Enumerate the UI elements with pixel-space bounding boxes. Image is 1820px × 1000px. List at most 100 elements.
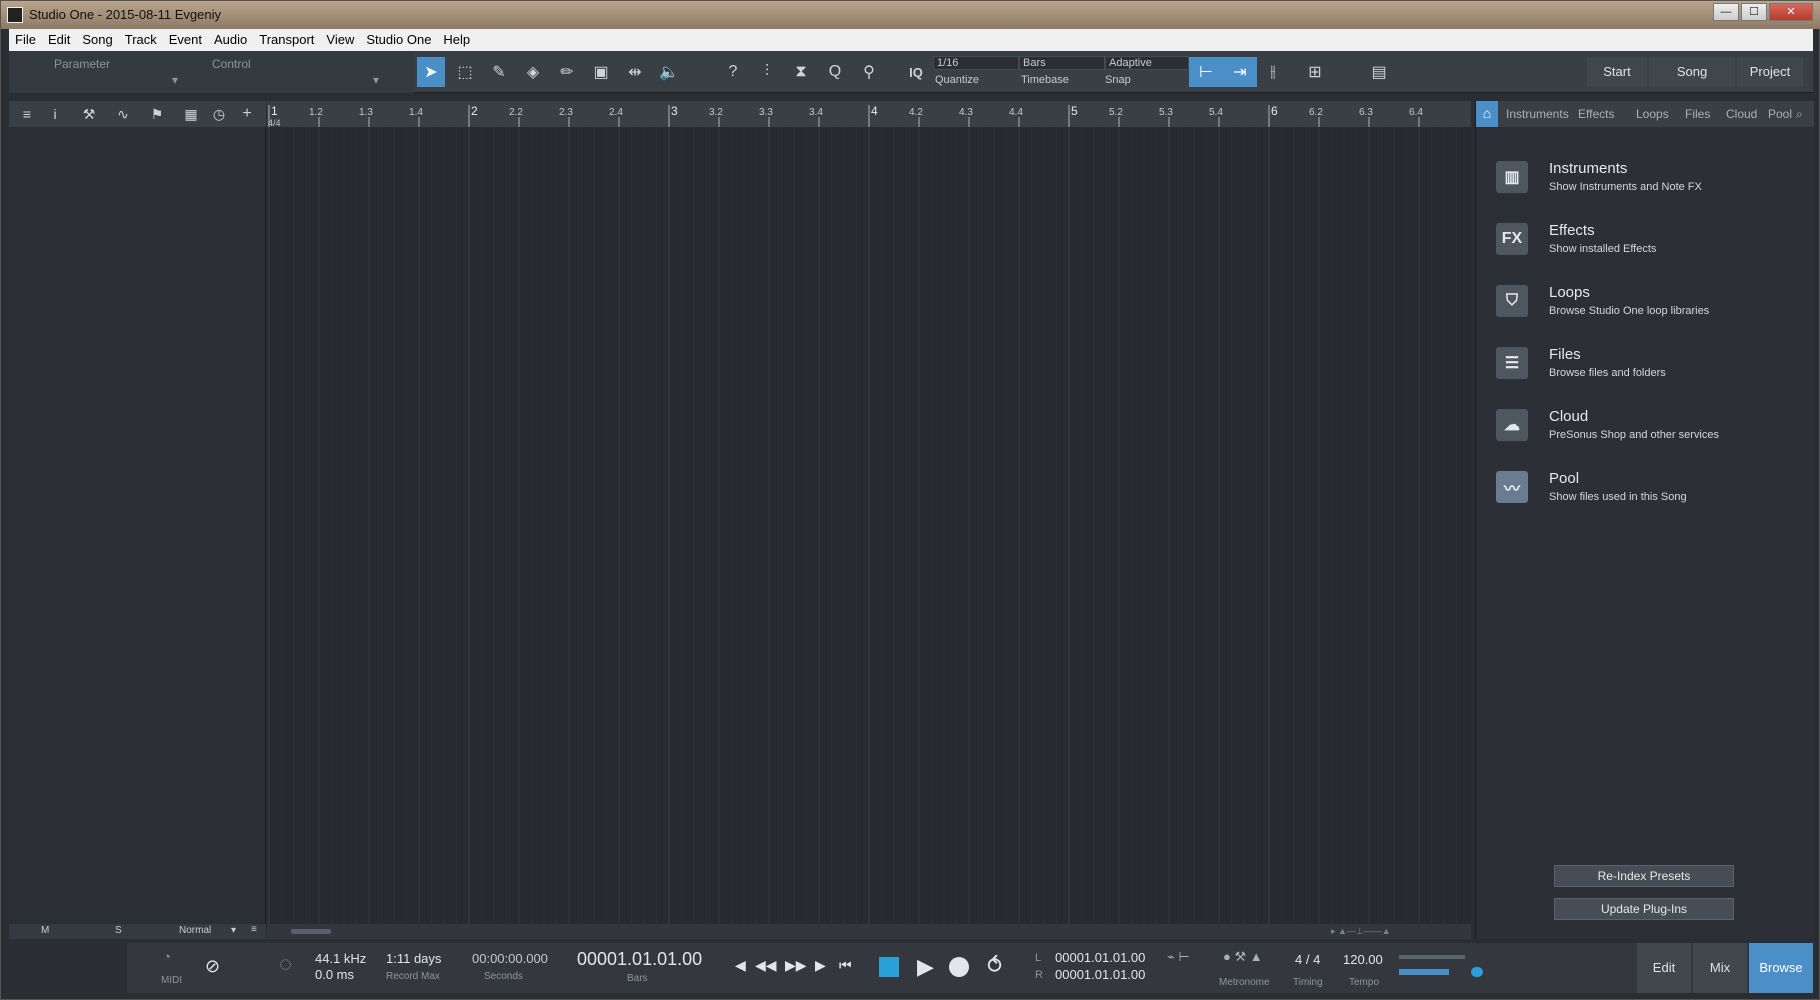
groove-icon[interactable]: ⚲ <box>855 57 883 87</box>
zoom-slider-icon[interactable]: ▸ ▲—⊥——▲ <box>1331 926 1391 937</box>
tab-pool[interactable]: Pool <box>1768 107 1792 121</box>
edit-view-button[interactable]: Edit <box>1637 943 1691 993</box>
menu-transport[interactable]: Transport <box>253 29 320 50</box>
menu-icon[interactable]: ≡ <box>251 924 257 935</box>
help-icon[interactable]: ? <box>719 57 747 87</box>
menu-help[interactable]: Help <box>437 29 476 50</box>
latency: 0.0 ms <box>315 967 355 982</box>
bend-tool-icon[interactable]: ⇹ <box>621 57 649 87</box>
split-tool-icon[interactable]: ✎ <box>485 57 513 87</box>
solo-all-button[interactable]: S <box>115 925 122 936</box>
paint-tool-icon[interactable]: ✏ <box>553 57 581 87</box>
control-label: Control <box>212 57 251 71</box>
precount-icon[interactable]: ⌁ ⊢ <box>1167 949 1190 965</box>
seconds-value: 00:00:00.000 <box>472 951 548 966</box>
add-track-icon[interactable]: + <box>233 101 261 127</box>
browser-item-files[interactable]: ☰ Files Browse files and folders <box>1476 343 1814 403</box>
update-plugins-button[interactable]: Update Plug-Ins <box>1554 898 1734 920</box>
position-display[interactable]: 00001.01.01.00 <box>577 949 702 970</box>
tab-cloud[interactable]: Cloud <box>1726 107 1757 121</box>
search-icon[interactable]: ⌕ <box>1796 107 1803 122</box>
timeline-ruler[interactable]: 1 1.2 1.3 1.4 2 2.2 2.3 2.4 3 3.2 3.3 3.4 4 4.2 4.3 4.4… <box>267 101 1471 128</box>
rewind-icon[interactable]: ◀◀ <box>755 957 777 974</box>
mute-all-button[interactable]: M <box>41 925 49 936</box>
return-to-zero-icon[interactable]: ⏮ <box>839 957 852 974</box>
marker-icon[interactable]: ⚑ <box>143 101 171 127</box>
menu-event[interactable]: Event <box>163 29 208 50</box>
arrow-tool-icon[interactable]: ➤ <box>417 57 445 87</box>
timing-value[interactable]: 4 / 4 <box>1295 952 1320 967</box>
quantize-icon[interactable]: Q <box>821 57 849 87</box>
browser-item-loops[interactable]: ⛉ Loops Browse Studio One loop libraries <box>1476 281 1814 341</box>
split-view-icon[interactable]: ⫲ <box>1259 57 1287 87</box>
fast-forward-icon[interactable]: ▶▶ <box>785 957 807 974</box>
audio-device-icon[interactable]: ⊘ <box>205 956 220 977</box>
autoscroll-icon[interactable]: ⇥ <box>1223 57 1257 87</box>
tempo-icon[interactable]: ◷ <box>205 101 233 127</box>
home-icon[interactable]: ⌂ <box>1476 101 1498 127</box>
mute-tool-icon[interactable]: ▣ <box>587 57 615 87</box>
tempo-value[interactable]: 120.00 <box>1343 952 1383 967</box>
loop-button[interactable]: ⥀ <box>987 953 1002 979</box>
tab-instruments[interactable]: Instruments <box>1506 107 1569 121</box>
record-button[interactable] <box>949 957 969 977</box>
wrench-icon[interactable]: ⚒ <box>75 101 103 127</box>
menu-studio-one[interactable]: Studio One <box>360 29 437 50</box>
arrange-scrollbar[interactable]: ▸ ▲—⊥——▲ <box>267 924 1471 939</box>
song-page-button[interactable]: Song <box>1649 57 1735 87</box>
arrange-view[interactable] <box>267 127 1471 924</box>
iq-button[interactable]: IQ <box>902 57 930 87</box>
automation-icon[interactable]: ∿ <box>109 101 137 127</box>
mix-view-button[interactable]: Mix <box>1693 943 1747 993</box>
grid-settings-icon[interactable]: ⊞ <box>1301 57 1329 87</box>
menu-file[interactable]: File <box>9 29 42 50</box>
tab-effects[interactable]: Effects <box>1578 107 1614 121</box>
listen-tool-icon[interactable]: 🔈 <box>655 57 683 87</box>
menu-song[interactable]: Song <box>76 29 118 50</box>
loop-start-value[interactable]: 00001.01.01.00 <box>1055 950 1145 965</box>
dropdown-arrow-icon[interactable]: ▾ <box>231 925 236 936</box>
midi-label: MIDI <box>161 975 183 986</box>
loop-end-value[interactable]: 00001.01.01.00 <box>1055 967 1145 982</box>
reindex-presets-button[interactable]: Re-Index Presets <box>1554 865 1734 887</box>
audio-bend-icon[interactable]: ⫶ <box>753 57 781 87</box>
eraser-tool-icon[interactable]: ◈ <box>519 57 547 87</box>
inspector-icon[interactable]: i <box>41 101 69 127</box>
stop-button[interactable] <box>879 957 899 977</box>
browser-item-instruments[interactable]: ▥ Instruments Show Instruments and Note … <box>1476 157 1814 217</box>
control-dropdown-icon[interactable]: ▾ <box>373 73 379 87</box>
next-marker-icon[interactable]: ▶ <box>815 957 826 974</box>
track-list-icon[interactable]: ≡ <box>13 101 41 127</box>
tab-loops[interactable]: Loops <box>1636 107 1669 121</box>
maximize-button[interactable]: ☐ <box>1741 3 1767 21</box>
browser-item-pool[interactable]: 〰 Pool Show files used in this Song <box>1476 467 1814 527</box>
main-out-toggle[interactable] <box>1471 967 1483 977</box>
sample-rate: 44.1 kHz <box>315 951 367 966</box>
close-button[interactable]: ✕ <box>1769 3 1813 21</box>
menu-edit[interactable]: Edit <box>42 29 76 50</box>
menu-audio[interactable]: Audio <box>208 29 253 50</box>
metronome-toggle-icon[interactable]: ● ⚒ ▲ <box>1223 949 1263 965</box>
horizontal-scroll-thumb[interactable] <box>291 929 331 934</box>
start-page-button[interactable]: Start <box>1587 57 1647 87</box>
snap-dropdown[interactable]: Adaptive <box>1105 56 1189 70</box>
track-height-dropdown[interactable]: Normal <box>179 925 211 936</box>
quantize-dropdown[interactable]: 1/16 <box>933 56 1019 70</box>
project-page-button[interactable]: Project <box>1737 57 1803 87</box>
range-tool-icon[interactable]: ⬚ <box>451 57 479 87</box>
detect-transients-icon[interactable]: ⧗ <box>787 57 815 87</box>
browse-view-button[interactable]: Browse <box>1749 943 1813 993</box>
menu-view[interactable]: View <box>320 29 360 50</box>
minimize-button[interactable]: — <box>1713 3 1739 21</box>
parameter-dropdown-icon[interactable]: ▾ <box>172 73 178 87</box>
play-button[interactable]: ▶ <box>917 954 934 980</box>
browser-item-cloud[interactable]: ☁ Cloud PreSonus Shop and other services <box>1476 405 1814 465</box>
previous-marker-icon[interactable]: ◀ <box>735 957 746 974</box>
timebase-dropdown[interactable]: Bars <box>1019 56 1105 70</box>
snap-to-grid-icon[interactable]: ⊢ <box>1189 57 1223 87</box>
tab-files[interactable]: Files <box>1685 107 1710 121</box>
arranger-icon[interactable]: ▦ <box>177 101 205 127</box>
browser-item-effects[interactable]: FX Effects Show installed Effects <box>1476 219 1814 279</box>
menu-track[interactable]: Track <box>119 29 163 50</box>
video-icon[interactable]: ▤ <box>1365 57 1393 87</box>
